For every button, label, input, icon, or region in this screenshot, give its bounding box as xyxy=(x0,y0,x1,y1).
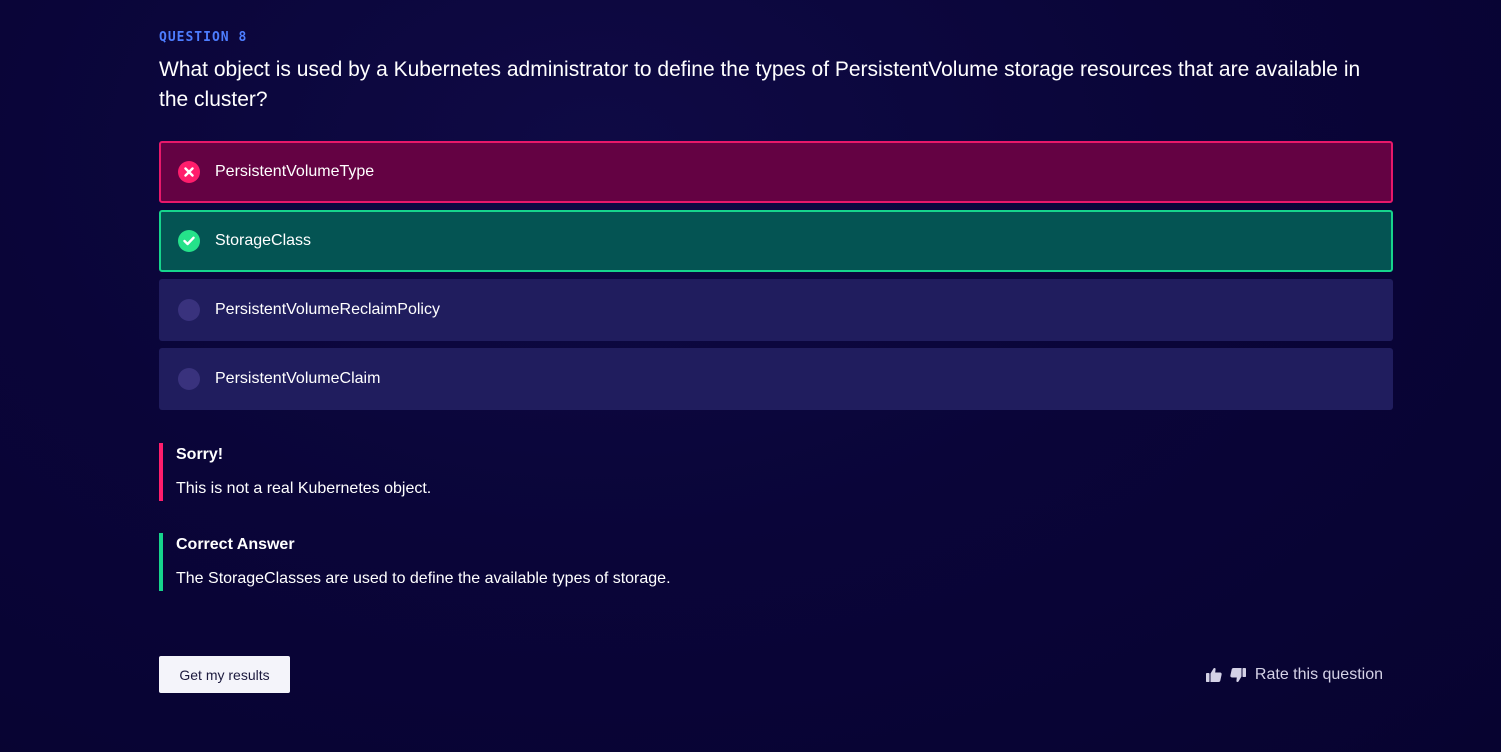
x-circle-icon xyxy=(178,161,200,183)
answer-option-label: PersistentVolumeReclaimPolicy xyxy=(215,301,440,318)
correct-answer-text: The StorageClasses are used to define th… xyxy=(176,570,671,587)
thumbs-down-icon[interactable] xyxy=(1229,666,1247,684)
radio-icon xyxy=(178,368,200,390)
answer-option-correct[interactable]: StorageClass xyxy=(159,210,1393,272)
answer-option[interactable]: PersistentVolumeClaim xyxy=(159,348,1393,410)
incorrect-feedback: Sorry! This is not a real Kubernetes obj… xyxy=(159,443,1076,501)
get-results-button[interactable]: Get my results xyxy=(159,656,290,693)
radio-icon xyxy=(178,299,200,321)
thumbs-up-icon[interactable] xyxy=(1205,666,1223,684)
answer-option-wrong[interactable]: PersistentVolumeType xyxy=(159,141,1393,203)
answer-option-label: PersistentVolumeClaim xyxy=(215,370,381,387)
check-circle-icon xyxy=(178,230,200,252)
answer-options: PersistentVolumeType StorageClass Persis… xyxy=(159,141,1393,417)
rate-question-label: Rate this question xyxy=(1254,666,1383,683)
correct-answer-feedback: Correct Answer The StorageClasses are us… xyxy=(159,533,1076,591)
correct-accent-bar xyxy=(159,533,163,591)
incorrect-feedback-title: Sorry! xyxy=(176,446,224,463)
answer-option[interactable]: PersistentVolumeReclaimPolicy xyxy=(159,279,1393,341)
incorrect-accent-bar xyxy=(159,443,163,501)
answer-option-label: StorageClass xyxy=(215,232,312,249)
question-text: What object is used by a Kubernetes admi… xyxy=(159,58,1361,111)
correct-answer-title: Correct Answer xyxy=(176,536,295,553)
question-number: QUESTION 8 xyxy=(159,30,248,45)
rate-question: Rate this question xyxy=(1205,662,1383,688)
answer-option-label: PersistentVolumeType xyxy=(215,163,375,180)
incorrect-feedback-text: This is not a real Kubernetes object. xyxy=(176,480,432,497)
